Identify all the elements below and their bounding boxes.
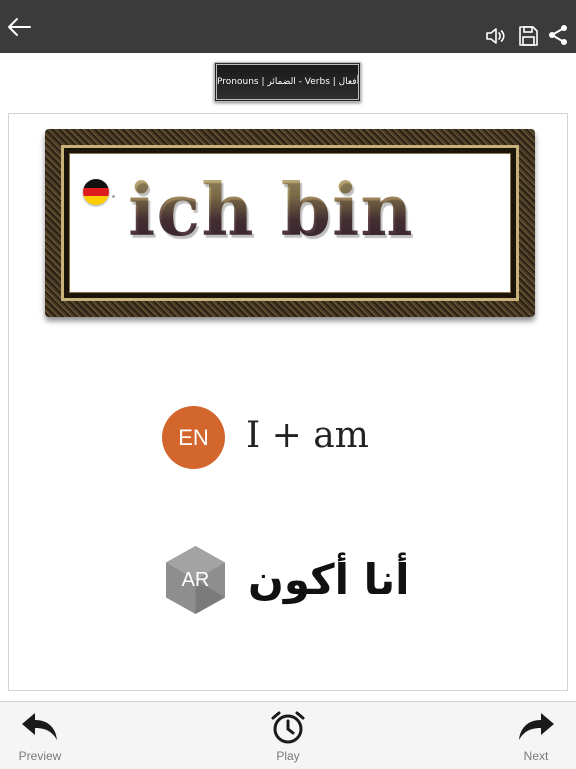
preview-label: Preview: [18, 749, 62, 763]
arabic-badge: AR: [181, 569, 210, 591]
redo-arrow-icon: [519, 713, 554, 740]
next-button[interactable]: Next: [496, 702, 576, 769]
preview-button[interactable]: Preview: [0, 702, 80, 769]
english-translation[interactable]: I + am: [246, 412, 369, 460]
alarm-clock-icon: [271, 711, 305, 744]
germany-flag-icon: [83, 179, 109, 205]
play-button[interactable]: Play: [248, 702, 328, 769]
top-bar: [0, 0, 576, 53]
english-badge: EN: [162, 406, 225, 469]
arabic-translation[interactable]: أنا أكون: [248, 552, 410, 608]
floppy-disk-icon[interactable]: [516, 24, 540, 48]
category-label: Pronouns | الضمائر - Verbs | أفعال: [214, 62, 361, 102]
undo-arrow-icon: [22, 713, 57, 740]
german-word[interactable]: ich bin: [128, 160, 488, 260]
play-label: Play: [276, 749, 300, 763]
decorative-dot: [112, 195, 115, 198]
share-icon[interactable]: [546, 23, 570, 47]
speaker-icon[interactable]: [484, 24, 508, 48]
arrow-left-icon[interactable]: [6, 17, 32, 37]
next-label: Next: [523, 749, 549, 763]
bottom-bar: Preview Play Next: [0, 701, 576, 769]
